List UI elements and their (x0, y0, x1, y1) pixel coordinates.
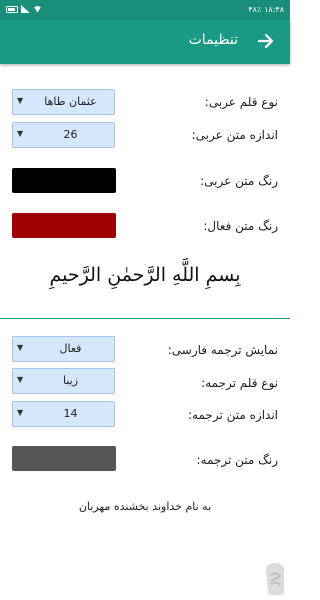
arrow-right-icon[interactable] (256, 31, 276, 51)
app-logo-icon (266, 563, 284, 596)
battery-icon (6, 5, 18, 13)
arabic-size-dropdown[interactable]: ▼ 26 (12, 122, 115, 148)
translation-font-value: زیبا (62, 374, 79, 387)
app-bar: تنظیمات (0, 20, 290, 64)
arabic-font-label: نوع قلم عربی: (204, 95, 278, 109)
active-color-swatch[interactable] (12, 213, 116, 238)
page-title: تنظیمات (188, 32, 238, 48)
dropdown-arrow-icon: ▼ (17, 343, 24, 352)
persian-preview-text: به نام خداوند بخشنده مهربان (78, 500, 212, 513)
battery-percent: ۴۸٪ (248, 5, 262, 14)
translation-size-label: اندازه متن ترجمه: (188, 408, 278, 422)
translation-size-dropdown[interactable]: ▼ 14 (12, 401, 115, 427)
arabic-size-value: 26 (63, 128, 78, 141)
active-color-label: رنگ متن فعال: (203, 219, 278, 233)
arabic-color-label: رنگ متن عربی: (200, 174, 278, 188)
signal-icon (21, 5, 30, 13)
arabic-font-dropdown[interactable]: ▼ عثمان طاها (12, 89, 115, 115)
translation-font-label: نوع قلم ترجمه: (201, 376, 278, 390)
dropdown-arrow-icon: ▼ (17, 96, 24, 105)
translation-size-value: 14 (63, 407, 78, 420)
dropdown-arrow-icon: ▼ (17, 408, 24, 417)
dropdown-arrow-icon: ▼ (17, 375, 24, 384)
translation-font-dropdown[interactable]: ▼ زیبا (12, 368, 115, 394)
arabic-size-label: اندازه متن عربی: (191, 128, 278, 142)
dropdown-arrow-icon: ▼ (17, 129, 24, 138)
translation-show-dropdown[interactable]: ▼ فعال (12, 336, 115, 362)
translation-color-label: رنگ متن ترجمه: (196, 453, 278, 467)
arabic-font-value: عثمان طاها (44, 95, 97, 108)
section-divider (0, 318, 290, 319)
status-time: ۱۸:۴۸ (264, 5, 284, 14)
translation-show-label: نمایش ترجمه فارسی: (167, 343, 278, 357)
arabic-preview-text: بِسمِ اللَّهِ الرَّحمٰنِ الرَّحيمِ (49, 264, 241, 286)
status-right: ۴۸٪ ۱۸:۴۸ (248, 5, 284, 14)
translation-show-value: فعال (59, 342, 82, 355)
wifi-icon (33, 5, 42, 13)
status-left (6, 5, 42, 13)
status-bar: ۴۸٪ ۱۸:۴۸ (0, 0, 290, 20)
arabic-color-swatch[interactable] (12, 168, 116, 193)
translation-color-swatch[interactable] (12, 446, 116, 471)
